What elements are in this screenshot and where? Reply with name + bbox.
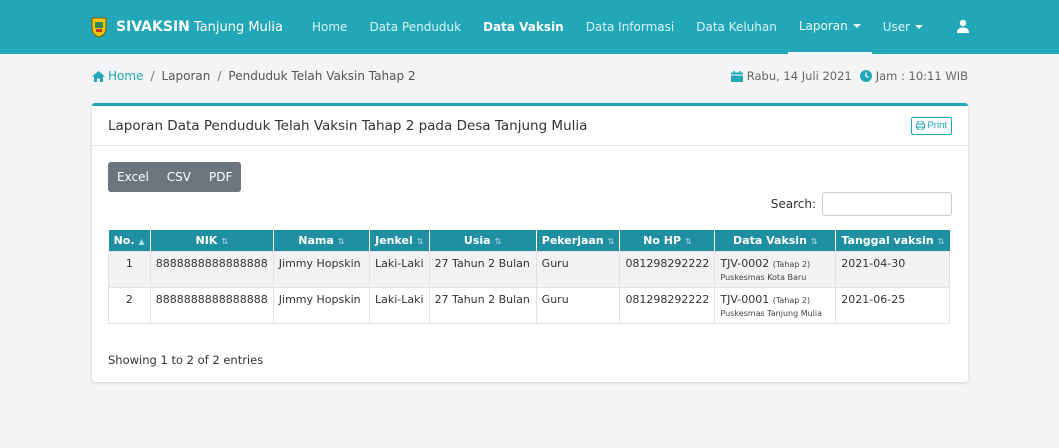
print-label: Print xyxy=(927,120,947,131)
brand-subtitle: Tanjung Mulia xyxy=(193,19,283,35)
brand-name: SIVAKSIN xyxy=(116,19,190,35)
caret-down-icon xyxy=(915,25,924,29)
breadcrumb-home-label: Home xyxy=(108,69,144,83)
card-header: Laporan Data Penduduk Telah Vaksin Tahap… xyxy=(92,106,968,146)
cell-nik: 8888888888888888 xyxy=(149,286,274,324)
table-header-row: No. ▲ NIK ⇅ Nama ⇅ Jenkel ⇅ Usia ⇅ Pekerjaan ⇅… xyxy=(108,230,950,251)
nav-data-penduduk[interactable]: Data Penduduk xyxy=(358,0,472,54)
column-header-data-vaksin[interactable]: Data Vaksin ⇅ xyxy=(714,230,837,251)
caret-down-icon xyxy=(852,24,861,28)
entries-info: Showing 1 to 2 of 2 entries xyxy=(108,353,264,367)
table-row: 1 8888888888888888 Jimmy Hopskin Laki-La… xyxy=(108,250,950,288)
cell-usia: 27 Tahun 2 Bulan xyxy=(428,250,537,288)
cell-no: 2 xyxy=(108,286,151,324)
home-icon xyxy=(92,70,105,82)
breadcrumb-home[interactable]: Home xyxy=(92,69,143,83)
export-buttons: Excel CSV PDF xyxy=(108,162,242,192)
vaksin-lokasi: Puskesmas Tanjung Mulia xyxy=(720,308,823,318)
cell-data-vaksin: TJV-0002 (Tahap 2) Puskesmas Kota Baru xyxy=(714,250,837,288)
current-time: Jam : 10:11 WIB xyxy=(875,69,968,83)
regency-logo-icon xyxy=(91,17,107,38)
vaksin-code: TJV-0001 xyxy=(720,292,770,306)
cell-jenkel: Laki-Laki xyxy=(369,286,430,324)
column-header-no[interactable]: No. ▲ xyxy=(108,230,151,251)
export-pdf-button[interactable]: PDF xyxy=(200,162,241,192)
column-header-tanggal-vaksin[interactable]: Tanggal vaksin ⇅ xyxy=(835,230,950,251)
column-header-nik[interactable]: NIK ⇅ xyxy=(150,230,274,251)
sort-icon: ⇅ xyxy=(685,236,692,246)
vaksin-tahap: (Tahap 2) xyxy=(772,295,811,305)
search-box: Search: xyxy=(771,192,952,216)
cell-nohp: 081298292222 xyxy=(619,250,716,288)
breadcrumb-separator: / xyxy=(217,69,222,83)
nav-laporan-dropdown[interactable]: Laporan xyxy=(787,0,872,54)
search-input[interactable] xyxy=(822,192,952,216)
card-title: Laporan Data Penduduk Telah Vaksin Tahap… xyxy=(108,117,588,134)
cell-no: 1 xyxy=(108,250,151,288)
report-card: Laporan Data Penduduk Telah Vaksin Tahap… xyxy=(92,103,968,382)
sort-icon: ⇅ xyxy=(494,236,502,246)
cell-nik: 8888888888888888 xyxy=(149,250,274,288)
nav-data-vaksin[interactable]: Data Vaksin xyxy=(472,0,575,54)
user-icon[interactable] xyxy=(956,19,970,33)
cell-nama: Jimmy Hopskin xyxy=(272,286,371,324)
print-icon xyxy=(916,121,926,130)
column-header-nama[interactable]: Nama ⇅ xyxy=(273,230,371,251)
breadcrumb-current: Penduduk Telah Vaksin Tahap 2 xyxy=(228,69,416,83)
cell-data-vaksin: TJV-0001 (Tahap 2) Puskesmas Tanjung Mul… xyxy=(714,286,837,324)
cell-usia: 27 Tahun 2 Bulan xyxy=(428,286,537,324)
cell-nama: Jimmy Hopskin xyxy=(272,250,371,288)
column-header-jenkel[interactable]: Jenkel ⇅ xyxy=(369,230,430,251)
clock-icon xyxy=(859,70,872,82)
calendar-icon xyxy=(730,70,743,82)
export-csv-button[interactable]: CSV xyxy=(158,162,200,192)
nav-laporan-label: Laporan xyxy=(798,19,848,33)
column-header-nohp[interactable]: No HP ⇅ xyxy=(619,230,716,251)
search-label: Search: xyxy=(770,197,816,211)
report-table: No. ▲ NIK ⇅ Nama ⇅ Jenkel ⇅ Usia ⇅ Pekerjaan ⇅… xyxy=(108,230,950,324)
sort-icon: ⇅ xyxy=(416,236,424,246)
column-header-usia[interactable]: Usia ⇅ xyxy=(429,230,537,251)
breadcrumb-separator: / xyxy=(150,69,155,83)
date-time-display: Rabu, 14 Juli 2021 Jam : 10:11 WIB xyxy=(730,68,968,84)
nav-user-label: User xyxy=(882,20,911,34)
nav-user-dropdown[interactable]: User xyxy=(872,0,934,54)
cell-tanggal-vaksin: 2021-06-25 xyxy=(835,286,950,324)
cell-pekerjaan: Guru xyxy=(535,286,621,324)
vaksin-lokasi: Puskesmas Kota Baru xyxy=(720,272,807,282)
brand[interactable]: SIVAKSIN Tanjung Mulia xyxy=(90,16,283,38)
sort-icon: ⇅ xyxy=(810,236,818,246)
cell-jenkel: Laki-Laki xyxy=(369,250,430,288)
export-excel-button[interactable]: Excel xyxy=(108,162,158,192)
cell-nohp: 081298292222 xyxy=(619,286,716,324)
print-button[interactable]: Print xyxy=(911,116,952,135)
cell-tanggal-vaksin: 2021-04-30 xyxy=(835,250,950,288)
nav-data-keluhan[interactable]: Data Keluhan xyxy=(685,0,788,54)
vaksin-code: TJV-0002 xyxy=(720,256,770,270)
current-date: Rabu, 14 Juli 2021 xyxy=(746,69,852,83)
vaksin-tahap: (Tahap 2) xyxy=(772,259,811,269)
sort-icon: ⇅ xyxy=(607,236,615,246)
table-row: 2 8888888888888888 Jimmy Hopskin Laki-La… xyxy=(108,286,950,324)
nav-home[interactable]: Home xyxy=(301,0,358,54)
breadcrumb: Home / Laporan / Penduduk Telah Vaksin T… xyxy=(92,68,416,84)
cell-pekerjaan: Guru xyxy=(535,250,621,288)
column-header-pekerjaan[interactable]: Pekerjaan ⇅ xyxy=(536,230,621,251)
sort-asc-icon: ▲ xyxy=(138,236,145,246)
top-navbar: SIVAKSIN Tanjung Mulia Home Data Pendudu… xyxy=(0,0,1059,54)
breadcrumb-laporan[interactable]: Laporan xyxy=(161,69,210,83)
nav-data-informasi[interactable]: Data Informasi xyxy=(575,0,686,54)
sort-icon: ⇅ xyxy=(337,236,345,246)
sort-icon: ⇅ xyxy=(937,236,945,246)
sort-icon: ⇅ xyxy=(221,236,229,246)
